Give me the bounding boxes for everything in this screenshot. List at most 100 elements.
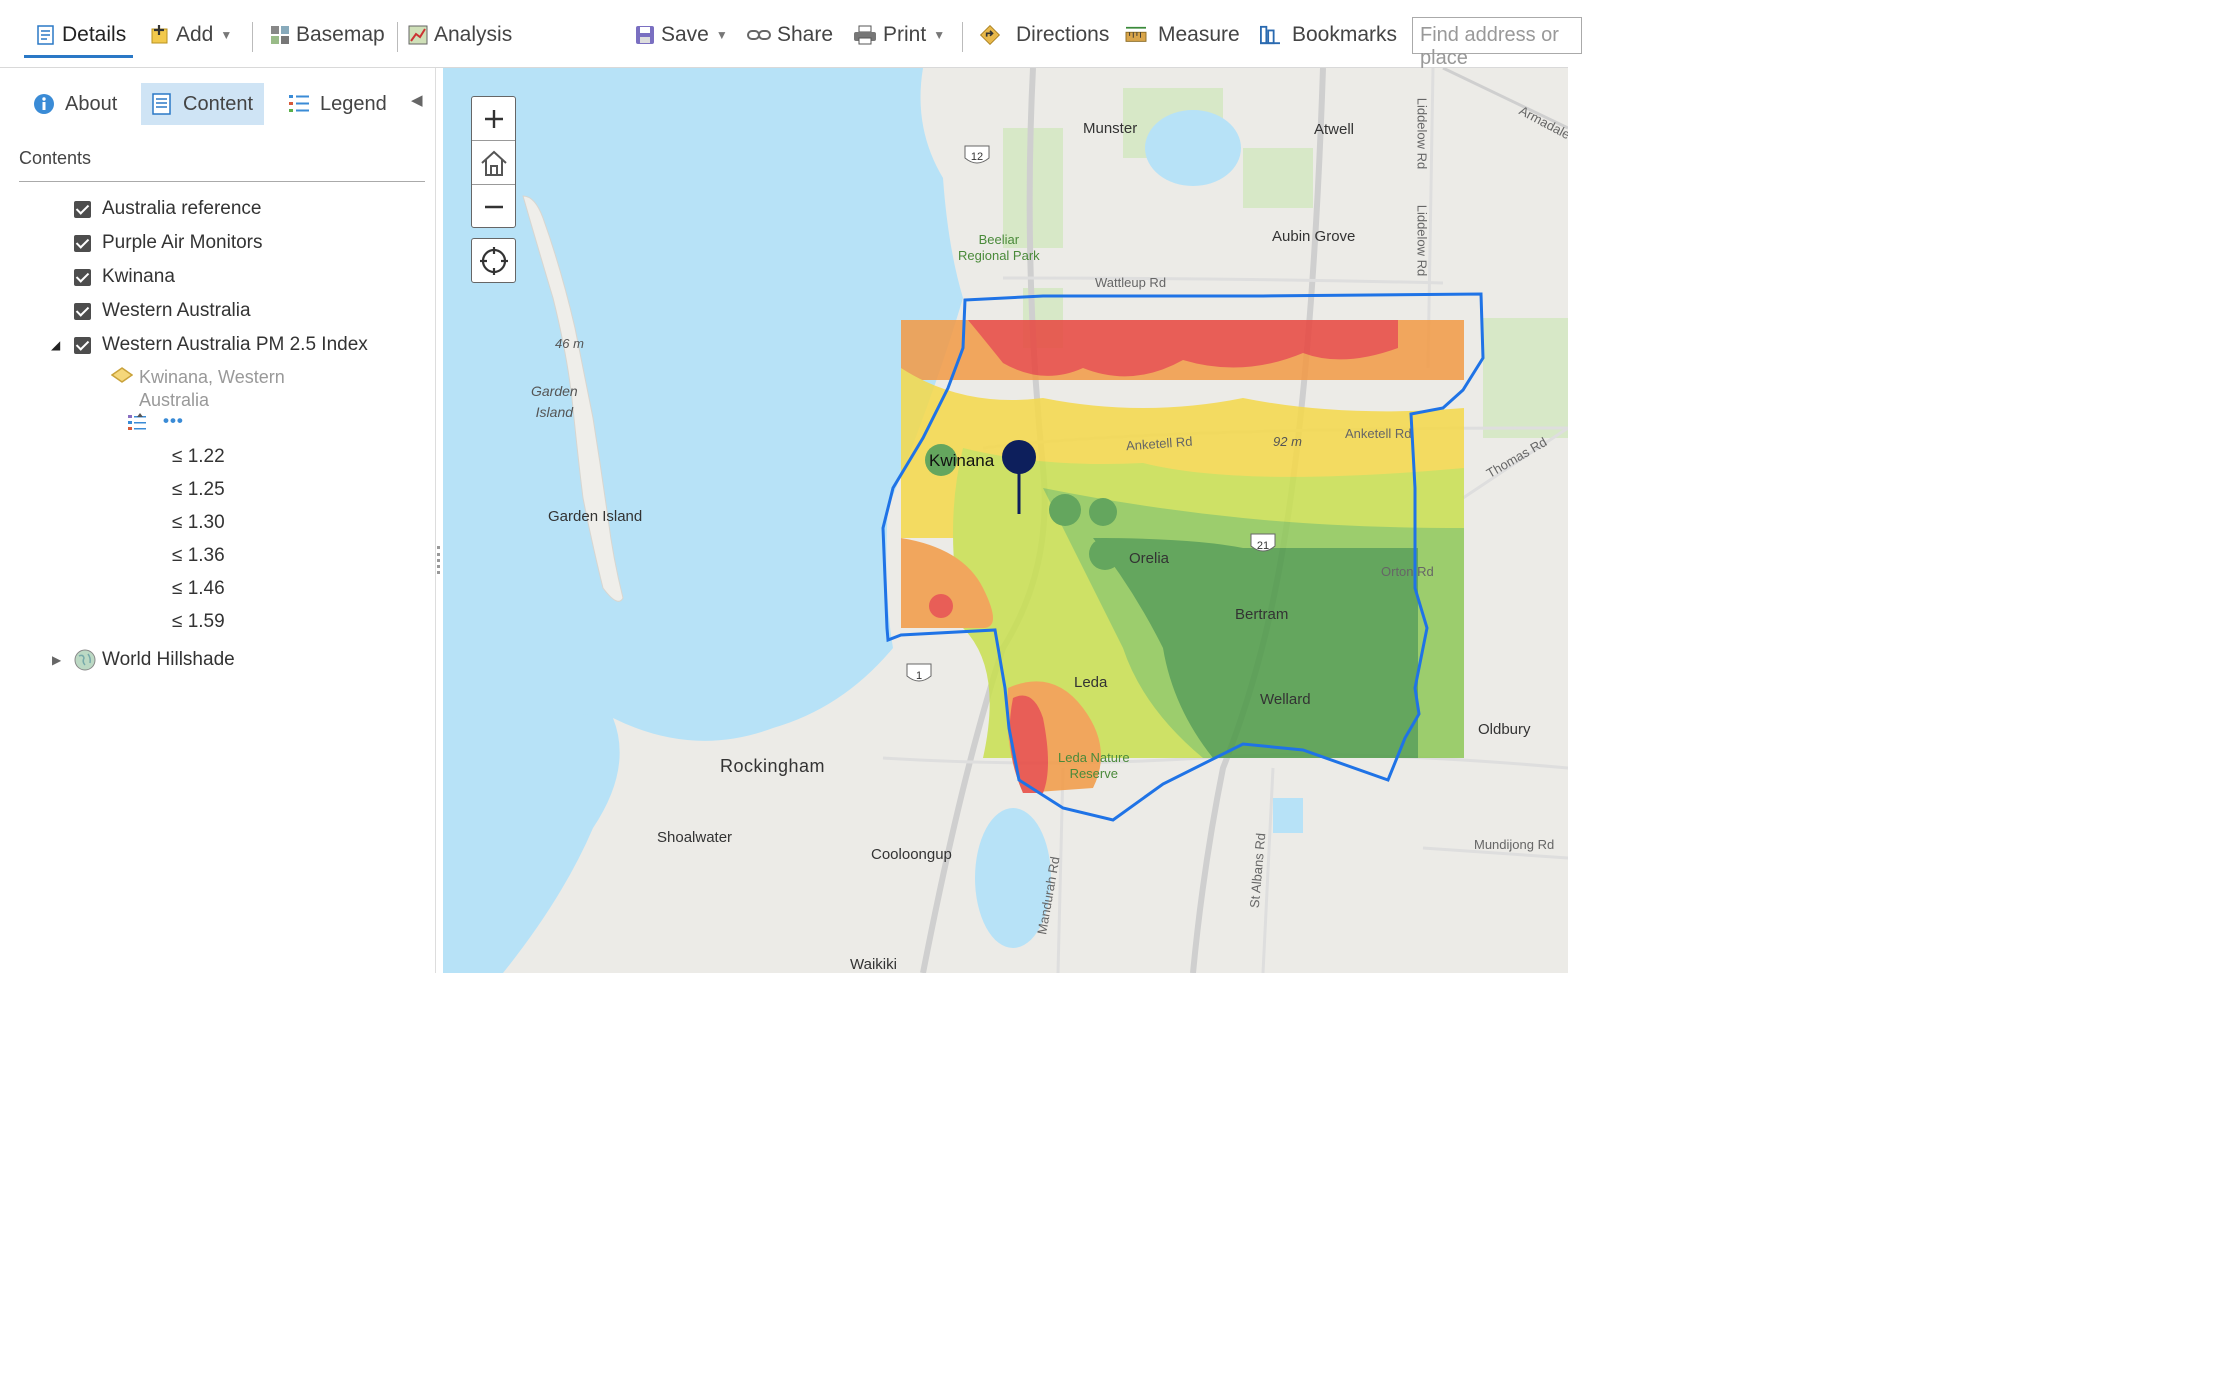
details-button[interactable]: Details: [36, 20, 126, 50]
directions-button[interactable]: Directions: [978, 20, 1109, 50]
tab-content[interactable]: Content: [141, 83, 264, 125]
park-label-line: Beeliar: [978, 232, 1020, 247]
pm-hotspot: [929, 594, 953, 618]
layer-australia-reference[interactable]: Australia reference: [74, 196, 261, 222]
place-label: Munster: [1083, 120, 1138, 137]
add-label: Add: [176, 23, 214, 46]
road-label: Liddelow Rd: [1414, 97, 1430, 170]
park-label: Leda Nature Reserve: [1058, 750, 1130, 782]
layer-pm25-index[interactable]: Western Australia PM 2.5 Index: [74, 332, 368, 358]
plus-icon: [484, 109, 503, 128]
pm-cool-spot: [1089, 538, 1121, 570]
directions-label: Directions: [1016, 23, 1110, 46]
info-icon: [34, 94, 54, 114]
place-label: Cooloongup: [871, 846, 952, 863]
layer-label: World Hillshade: [102, 649, 235, 670]
checkbox[interactable]: [74, 200, 91, 218]
home-button[interactable]: [472, 141, 515, 184]
layer-western-australia[interactable]: Western Australia: [74, 298, 251, 324]
tab-about[interactable]: About: [23, 83, 127, 125]
measure-button[interactable]: Measure: [1124, 20, 1240, 50]
details-icon: [37, 25, 54, 45]
map-view[interactable]: 12 21 1 Munster Atwell Aubin Grove Beeli…: [443, 68, 1568, 973]
zoom-in-button[interactable]: [472, 97, 515, 140]
legend-class: ≤ 1.46: [172, 578, 225, 599]
basemap-icon: [271, 26, 289, 44]
island-label-line: Island: [535, 404, 574, 420]
chevron-down-icon: ▼: [220, 28, 233, 42]
share-button[interactable]: Share: [747, 20, 833, 50]
add-icon: [151, 25, 168, 44]
legend-class: ≤ 1.36: [172, 545, 225, 566]
layer-label: Western Australia PM 2.5 Index: [102, 334, 368, 355]
road-label: Orton Rd: [1381, 564, 1434, 579]
layer-options-icon[interactable]: [127, 413, 149, 433]
share-link-icon: [747, 30, 771, 40]
divider: [19, 181, 425, 182]
save-icon: [636, 26, 654, 44]
shield-label: 1: [916, 670, 922, 682]
highway-shield-1: 1: [906, 663, 932, 682]
tab-about-label: About: [65, 92, 118, 115]
expand-triangle-icon[interactable]: ▶: [52, 653, 61, 667]
place-label: Kwinana: [929, 451, 995, 470]
park-label-line: Regional Park: [958, 248, 1040, 263]
place-label: Oldbury: [1478, 721, 1531, 738]
contents-heading: Contents: [19, 148, 92, 168]
save-button[interactable]: Save ▼: [635, 20, 728, 50]
highway-shield-12: 12: [964, 145, 990, 164]
active-tab-indicator: [24, 55, 133, 58]
layer-label: Western Australia: [102, 300, 251, 321]
place-label: Leda: [1074, 674, 1108, 691]
pm-cool-spot: [1049, 494, 1081, 526]
shield-label: 12: [971, 151, 983, 163]
checkbox[interactable]: [74, 234, 91, 252]
road: [1002, 276, 1444, 285]
collapse-panel-icon[interactable]: ◀: [411, 91, 423, 109]
search-input[interactable]: Find address or place: [1412, 17, 1582, 69]
water-cockburn-sound: [443, 68, 963, 741]
layer-label: Kwinana: [102, 266, 175, 287]
basemap-label: Basemap: [296, 23, 385, 46]
checkbox[interactable]: [74, 302, 91, 320]
lake: [1145, 110, 1241, 186]
add-button[interactable]: Add ▼: [150, 20, 232, 50]
layer-world-hillshade[interactable]: World Hillshade: [74, 647, 235, 673]
shield-label: 21: [1257, 540, 1269, 552]
place-label: Garden Island: [548, 508, 643, 525]
water-lower: [443, 713, 620, 973]
print-button[interactable]: Print ▼: [853, 20, 945, 50]
park-label-line: Reserve: [1069, 766, 1118, 781]
tab-legend[interactable]: Legend: [278, 83, 397, 125]
park-label: Beeliar Regional Park: [958, 232, 1040, 264]
layer-purple-air-monitors[interactable]: Purple Air Monitors: [74, 230, 263, 256]
place-label: Waikiki: [850, 956, 897, 973]
park: [1483, 318, 1568, 438]
print-label: Print: [883, 23, 927, 46]
more-options-icon[interactable]: •••: [163, 411, 184, 431]
analysis-button[interactable]: Analysis: [408, 20, 512, 50]
bookmarks-button[interactable]: Bookmarks: [1258, 20, 1397, 50]
road-label: Anketell Rd: [1345, 426, 1412, 441]
park: [1243, 148, 1313, 208]
park-label-line: Leda Nature: [1058, 750, 1130, 765]
zoom-out-button[interactable]: [472, 185, 515, 228]
checkbox[interactable]: [74, 336, 91, 354]
layer-kwinana[interactable]: Kwinana: [74, 264, 175, 290]
basemap-button[interactable]: Basemap: [270, 20, 385, 50]
road-label: Wattleup Rd: [1095, 275, 1167, 290]
place-label: Shoalwater: [657, 829, 733, 846]
collapse-triangle-icon[interactable]: ◢: [51, 338, 60, 352]
details-label: Details: [62, 23, 127, 46]
toolbar-separator: [252, 22, 253, 52]
lake: [1273, 798, 1303, 833]
tab-legend-label: Legend: [320, 92, 387, 115]
directions-icon: [979, 25, 1001, 45]
chevron-down-icon: ▼: [715, 28, 728, 42]
content-icon: [152, 93, 171, 115]
locate-button[interactable]: [471, 238, 516, 283]
legend-class: ≤ 1.30: [172, 512, 225, 533]
pm25-surface: [901, 320, 1464, 793]
checkbox[interactable]: [74, 268, 91, 286]
place-label: Bertram: [1235, 606, 1289, 623]
